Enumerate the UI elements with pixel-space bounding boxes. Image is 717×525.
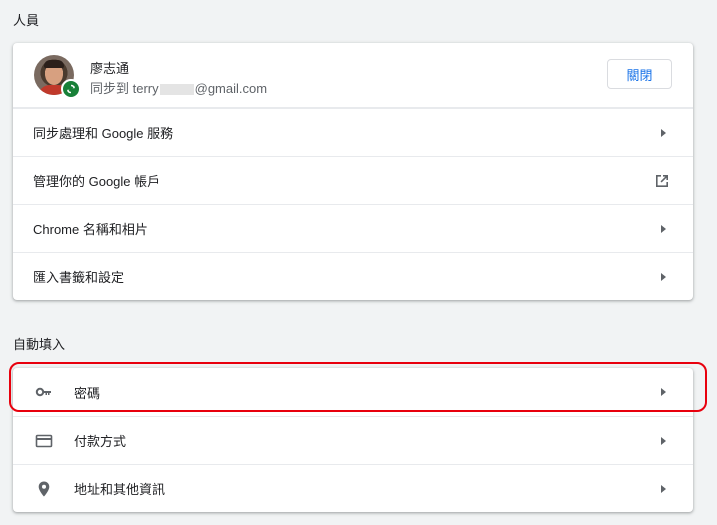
arrow-right-icon xyxy=(661,272,666,281)
row-label: 付款方式 xyxy=(74,434,127,449)
arrow-right-icon xyxy=(661,388,666,396)
profile-row: 廖志通 同步到 terry @gmail.com 關閉 xyxy=(13,43,693,108)
sync-text: 同步到 terry xyxy=(90,81,159,96)
row-label: Chrome 名稱和相片 xyxy=(33,222,148,237)
sync-domain: @gmail.com xyxy=(194,81,268,96)
profile-name: 廖志通 xyxy=(90,61,130,76)
location-pin-icon xyxy=(38,481,50,496)
section-title-people: 人員 xyxy=(13,13,40,28)
close-button[interactable]: 關閉 xyxy=(607,59,672,89)
row-label: 同步處理和 Google 服務 xyxy=(33,126,174,141)
arrow-right-icon xyxy=(661,436,666,445)
external-link-icon xyxy=(656,174,668,187)
sync-google-services-row[interactable]: 同步處理和 Google 服務 xyxy=(13,108,693,156)
sync-icon xyxy=(61,79,81,99)
row-label: 地址和其他資訊 xyxy=(74,482,166,497)
people-card: 廖志通 同步到 terry @gmail.com 關閉 同步處理和 Google … xyxy=(13,43,693,300)
arrow-right-icon xyxy=(661,224,666,233)
key-icon xyxy=(35,387,51,397)
credit-card-icon xyxy=(35,434,53,447)
redacted-email xyxy=(159,84,194,96)
row-label: 匯入書籤和設定 xyxy=(33,270,125,285)
addresses-row[interactable]: 地址和其他資訊 xyxy=(13,464,693,512)
payment-methods-row[interactable]: 付款方式 xyxy=(13,416,693,464)
arrow-right-icon xyxy=(661,128,666,137)
arrow-right-icon xyxy=(661,484,666,493)
import-bookmarks-row[interactable]: 匯入書籤和設定 xyxy=(13,252,693,300)
passwords-row[interactable]: 密碼 xyxy=(13,368,693,416)
manage-google-account-row[interactable]: 管理你的 Google 帳戶 xyxy=(13,156,693,204)
section-title-autofill: 自動填入 xyxy=(13,337,66,352)
chrome-name-photo-row[interactable]: Chrome 名稱和相片 xyxy=(13,204,693,252)
profile-sync-status: 同步到 terry @gmail.com xyxy=(90,78,267,97)
autofill-card: 密碼 付款方式 地址和其他資訊 xyxy=(13,368,693,512)
row-label: 密碼 xyxy=(74,385,101,401)
row-label: 管理你的 Google 帳戶 xyxy=(33,174,161,189)
